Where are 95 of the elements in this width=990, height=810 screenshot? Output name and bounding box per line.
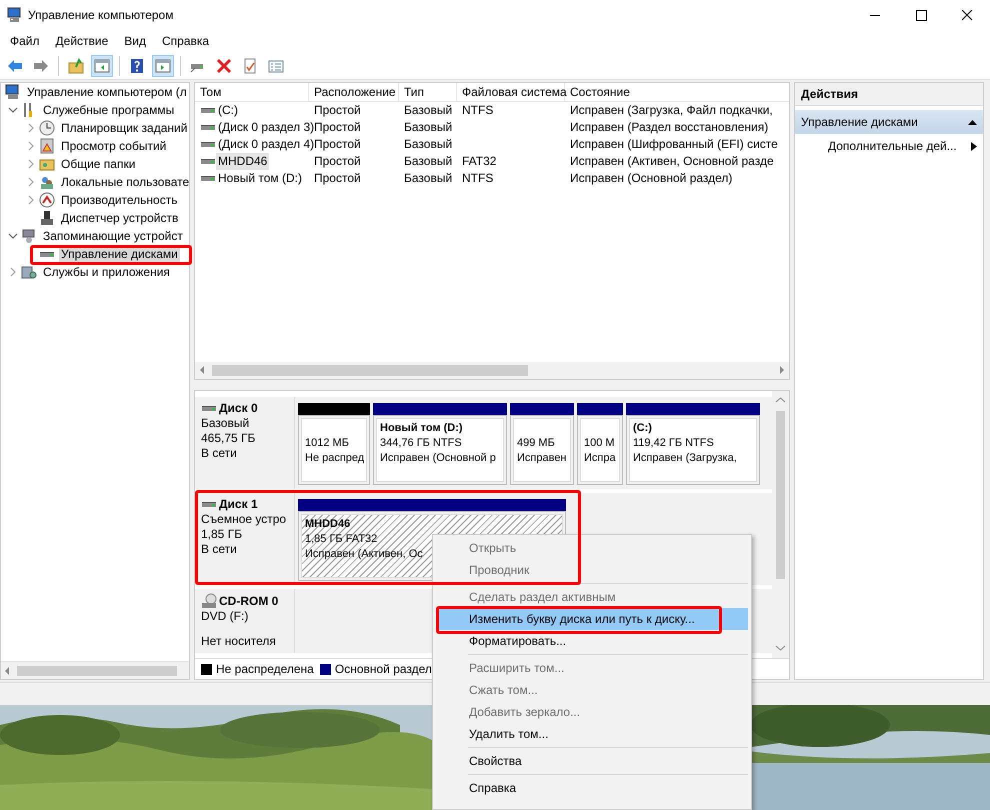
volume-name[interactable]: Новый том (D:) [216, 170, 304, 187]
tree-item[interactable]: Планировщик заданий [59, 120, 189, 136]
legend-label: Основной раздел [334, 662, 432, 676]
disk-info: Базовый [201, 416, 250, 431]
column-header[interactable]: Расположение [309, 83, 399, 101]
tree-item[interactable]: Производительность [59, 192, 180, 208]
section-title: Управление дисками [801, 115, 918, 129]
tree-item-icon [21, 264, 37, 280]
table-cell: NTFS [462, 102, 494, 119]
table-cell: Простой [314, 136, 361, 153]
partition-info: Не распред [305, 451, 364, 466]
tree-item-icon [39, 192, 55, 208]
disk-info: 1,85 ГБ [201, 527, 244, 542]
tree-item-icon [39, 120, 55, 136]
table-cell: Исправен (Раздел восстановления) [570, 119, 768, 136]
tree-item-icon [5, 84, 21, 100]
maximize-icon [916, 10, 926, 20]
partition-title: MHDD46 [305, 517, 350, 532]
table-cell: Исправен (Активен, Основной разде [570, 153, 774, 170]
table-cell: Исправен (Основной раздел) [570, 170, 732, 187]
partition-title: (C:) [633, 421, 652, 436]
disk-name: Диск 0 [219, 401, 258, 416]
table-cell: Базовый [404, 136, 452, 153]
volume-name[interactable]: (Диск 0 раздел 3) [216, 119, 316, 136]
cd-drive-icon [201, 593, 217, 609]
tree-item-icon [39, 210, 55, 226]
menu-item[interactable]: Свойства [436, 750, 748, 772]
table-cell: Простой [314, 119, 361, 136]
disk-info: DVD (F:) [201, 609, 250, 624]
close-icon [962, 10, 972, 20]
table-cell: FAT32 [462, 153, 496, 170]
column-header[interactable]: Файловая система [457, 83, 565, 101]
column-header[interactable]: Том [195, 83, 309, 101]
window-title: Управление компьютером [28, 8, 174, 22]
partition-info: Исправен (Основной р [380, 451, 496, 466]
volume-name[interactable]: (Диск 0 раздел 4) [216, 136, 316, 153]
table-cell: Простой [314, 170, 361, 187]
disk-info: Съемное устро [201, 512, 288, 527]
disk-status: В сети [201, 446, 238, 461]
tree-item[interactable]: Диспетчер устройств [59, 210, 180, 226]
menu-item[interactable]: Изменить букву диска или путь к диску... [436, 608, 748, 630]
tree-item[interactable]: Службы и приложения [41, 264, 172, 280]
table-cell: Базовый [404, 102, 452, 119]
panel-icon[interactable] [91, 54, 113, 76]
legend-label: Не распределена [216, 662, 314, 676]
disk-status: В сети [201, 542, 238, 557]
menu-item[interactable]: Удалить том... [436, 723, 748, 745]
menu-item[interactable]: Вид [116, 31, 154, 51]
column-header[interactable]: Тип [399, 83, 457, 101]
actions-header: Действия [795, 83, 983, 106]
table-cell: Базовый [404, 119, 452, 136]
partition-info: Исправен (Активен, Ос [305, 547, 423, 562]
tree-item[interactable]: Общие папки [59, 156, 138, 172]
partition-info: 119,42 ГБ NTFS [633, 436, 714, 451]
table-cell: Простой [314, 102, 361, 119]
disk-name: Диск 1 [219, 497, 258, 512]
partition-info: Исправен [517, 451, 567, 466]
menu-item[interactable]: Справка [154, 31, 218, 51]
computer-icon [6, 7, 22, 23]
actions-section[interactable]: Управление дисками [795, 110, 983, 134]
partition-info: 100 М [584, 436, 615, 451]
table-cell: Исправен (Шифрованный (EFI) систе [570, 136, 778, 153]
partition-info: 499 МБ [517, 436, 555, 451]
menu-item[interactable]: Файл [2, 31, 48, 51]
partition-info: Исправен (Загрузка, [633, 451, 737, 466]
tree-item-icon [39, 138, 55, 154]
tree-item[interactable]: Просмотр событий [59, 138, 168, 154]
table-cell: Исправен (Загрузка, Файл подкачки, [570, 102, 773, 119]
volume-name[interactable]: MHDD46 [216, 153, 270, 170]
tree-item-icon [21, 228, 37, 244]
partition-info: Испра [584, 451, 616, 466]
disk-status: Нет носителя [201, 634, 277, 649]
table-cell: NTFS [462, 170, 494, 187]
menu-item[interactable]: Форматировать... [436, 630, 748, 652]
table-cell: Базовый [404, 153, 452, 170]
tree-item[interactable]: Локальные пользовате [59, 174, 189, 190]
partition-info: 1012 МБ [305, 436, 349, 451]
partition-info: 344,76 ГБ NTFS [380, 436, 462, 451]
tree-item[interactable]: Управление компьютером (л [25, 84, 189, 100]
collapse-triangle-icon[interactable] [968, 119, 977, 125]
disk-name: CD-ROM 0 [219, 594, 278, 608]
table-cell: Базовый [404, 170, 452, 187]
panel-icon[interactable] [152, 54, 174, 76]
partition-info: 1,85 ГБ FAT32 [305, 532, 378, 547]
table-cell: Простой [314, 153, 361, 170]
action-item[interactable]: Дополнительные дей... [795, 134, 983, 158]
tree-item[interactable]: Запоминающие устройст [41, 228, 185, 244]
tree-item[interactable]: Служебные программы [41, 102, 176, 118]
volume-name[interactable]: (C:) [216, 102, 240, 119]
tree-item-icon [39, 174, 55, 190]
partition-title: Новый том (D:) [380, 421, 463, 436]
menu-item[interactable]: Действие [48, 31, 116, 51]
disk-info: 465,75 ГБ [201, 431, 256, 446]
menu-item[interactable]: Справка [436, 777, 748, 799]
action-label: Дополнительные дей... [828, 139, 957, 153]
